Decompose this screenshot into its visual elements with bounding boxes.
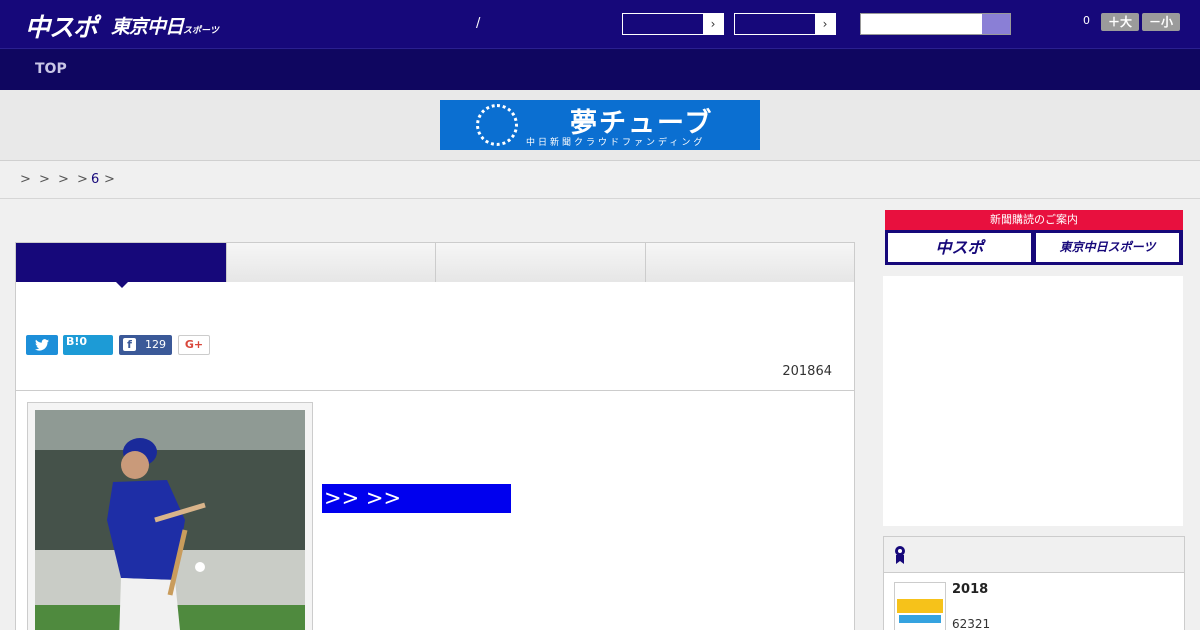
article-photo-frame [27,402,313,630]
ranking-item-subtitle: 62321 [952,617,991,630]
article-container: B!0 f 129 G+ 201864 >> >> [15,242,855,630]
site-header: 中スポ 東京中日スポーツ / › › 0 ＋大 －小 [0,0,1200,48]
active-tab-indicator [116,282,128,288]
google-plus-share-button[interactable]: G+ [178,335,210,355]
header-separator: / [476,16,481,31]
breadcrumb: > > > > 6 > [0,161,1200,199]
tokyo-chunichi-logo[interactable]: 東京中日スポーツ [111,12,219,39]
tokyo-chunichi-logo-text: 東京中日 [111,16,184,38]
subscription-banner: 新聞購読のご案内 中スポ 東京中日スポーツ [885,210,1183,265]
search-button[interactable] [982,14,1010,34]
tokyo-chunichi-logo-small: スポーツ [183,26,219,36]
ranking-box: 2018 62321 [883,536,1185,630]
breadcrumb-separator: > [39,172,50,187]
ranking-item-title[interactable]: 2018 [952,582,988,597]
divider [16,390,854,391]
chevron-right-icon: › [703,14,723,34]
article-tabs [16,243,854,288]
banner-area: 夢チューブ 中日新聞クラウドファンディング [0,90,1200,161]
subscribe-tokyo-chunichi-button[interactable]: 東京中日スポーツ [1036,233,1179,262]
ranking-header [884,537,1184,573]
article-photo[interactable] [35,410,305,630]
facebook-share-button[interactable]: f 129 [119,335,172,355]
read-more-link[interactable]: >> >> [322,484,511,513]
search-input[interactable] [860,13,1011,35]
sports-logo-thumbnail-icon [895,583,945,630]
banner-subtitle: 中日新聞クラウドファンディング [526,138,706,148]
breadcrumb-separator: > [58,172,69,187]
nav-item-top[interactable]: TOP [35,61,67,77]
chuspo-logo[interactable]: 中スポ [25,8,98,44]
batter-photo-image [35,410,305,630]
subscribe-chuspo-button[interactable]: 中スポ [888,233,1031,262]
global-nav: TOP [0,48,1200,90]
breadcrumb-separator: > [104,172,115,187]
category-select-1[interactable]: › [622,13,724,35]
hatena-bookmark-button[interactable]: B!0 [63,335,113,355]
ranking-thumbnail[interactable] [894,582,946,630]
dots-circle-icon [476,104,518,146]
chevron-right-icon: › [815,14,835,34]
category-select-2[interactable]: › [734,13,836,35]
ad-slot[interactable] [883,276,1183,526]
tab-2[interactable] [227,243,436,282]
breadcrumb-link[interactable]: 6 [91,172,99,187]
tab-1[interactable] [16,243,227,282]
facebook-icon: f [123,338,136,351]
facebook-share-count: 129 [145,338,166,351]
twitter-share-button[interactable] [26,335,58,355]
font-size-decrease-button[interactable]: －小 [1142,13,1180,31]
tab-3[interactable] [436,243,646,282]
breadcrumb-separator: > [77,172,88,187]
subscription-heading: 新聞購読のご案内 [885,210,1183,230]
yume-tube-banner[interactable]: 夢チューブ 中日新聞クラウドファンディング [440,100,760,150]
article-date: 201864 [782,364,832,379]
twitter-icon [35,339,49,351]
font-size-increase-button[interactable]: ＋大 [1101,13,1139,31]
font-size-count: 0 [1083,14,1090,27]
tab-4[interactable] [646,243,854,282]
ranking-medal-icon [895,546,905,564]
breadcrumb-separator: > [20,172,31,187]
